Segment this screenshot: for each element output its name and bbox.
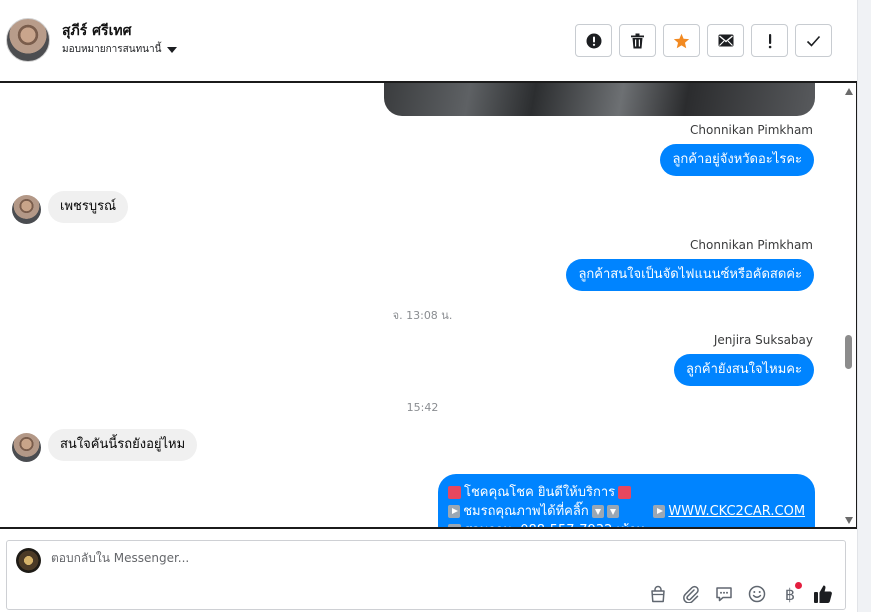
trash-icon	[631, 33, 644, 48]
contact-avatar-small	[12, 195, 41, 224]
caret-down-icon	[167, 46, 178, 53]
saved-replies-button[interactable]	[712, 582, 736, 606]
incoming-message-bubble: เพชรบูรณ์	[48, 191, 129, 223]
down-arrow-emoji-icon	[591, 505, 604, 518]
message-sender: Chonnikan Pimkham	[690, 123, 813, 137]
mark-spam-button[interactable]	[575, 24, 612, 57]
scroll-thumb[interactable]	[845, 335, 852, 369]
products-button[interactable]	[646, 582, 670, 606]
contact-avatar-small	[12, 433, 41, 462]
assign-label: มอบหมายการสนทนานี้	[62, 44, 162, 55]
message-thread: Chonnikan Pimkham ลูกค้าอยู่จังหวัดอะไรค…	[0, 81, 857, 529]
message-timestamp: 15:42	[406, 401, 439, 414]
incoming-message-bubble: สนใจคันนี้รถยังอยู่ไหม	[48, 429, 198, 461]
promo-website-link[interactable]: WWW.CKC2CAR.COM	[668, 502, 805, 521]
baht-icon: ฿	[784, 584, 796, 604]
thread-scrollbar[interactable]	[843, 83, 855, 527]
red-emoji-icon	[618, 486, 632, 499]
outgoing-message-bubble: ลูกค้าสนใจเป็นจัดไฟแนนซ์หรือคัดสดค่ะ	[566, 259, 814, 291]
down-arrow-emoji-icon	[606, 505, 620, 518]
payment-button[interactable]: ฿	[778, 582, 802, 606]
play-emoji-icon	[653, 505, 666, 518]
red-emoji-icon	[448, 486, 461, 499]
message-sender: Chonnikan Pimkham	[690, 238, 813, 252]
shared-photo-attachment[interactable]	[384, 83, 815, 116]
bag-icon	[651, 585, 665, 603]
notification-dot	[795, 582, 802, 589]
star-icon	[673, 33, 690, 48]
envelope-icon	[718, 34, 733, 47]
contact-name[interactable]: สุภีร์ ศรีเทศ	[62, 20, 131, 42]
emoji-icon	[748, 585, 766, 603]
promo-line-greeting: โชคคุณโชค ยินดีให้บริการ	[448, 483, 805, 502]
saved-reply-icon	[716, 587, 732, 602]
message-sender: Jenjira Suksabay	[713, 333, 813, 347]
promo-phone-text: สอบถาม: 088-557-7932 เบ้าท	[464, 521, 645, 527]
delete-button[interactable]	[619, 24, 656, 57]
exclamation-icon	[768, 33, 771, 48]
check-icon	[806, 35, 821, 47]
emoji-button[interactable]	[745, 582, 769, 606]
phone-emoji-icon	[448, 524, 461, 527]
promo-greeting-text: โชคคุณโชค ยินดีให้บริการ	[464, 485, 616, 500]
assign-conversation-dropdown[interactable]: มอบหมายการสนทนานี้	[62, 42, 178, 57]
reply-composer: ฿	[6, 540, 846, 610]
conversation-header: สุภีร์ ศรีเทศ มอบหมายการสนทนานี้	[0, 0, 857, 81]
mark-unread-button[interactable]	[707, 24, 744, 57]
outgoing-message-bubble: ลูกค้ายังสนใจไหมคะ	[674, 354, 814, 386]
promo-line-phone: สอบถาม: 088-557-7932 เบ้าท	[448, 521, 805, 527]
play-emoji-icon	[448, 505, 461, 518]
promo-cta-text: ชมรถคุณภาพได้ที่คลิ๊ก	[463, 504, 589, 519]
reply-input[interactable]	[51, 551, 651, 565]
thumbs-up-icon	[814, 585, 832, 603]
star-button[interactable]	[663, 24, 700, 57]
promo-line-link: ชมรถคุณภาพได้ที่คลิ๊ก WWW.CKC2CAR.COM	[448, 502, 805, 521]
paperclip-icon	[683, 585, 699, 603]
outgoing-message-bubble: ลูกค้าอยู่จังหวัดอะไรคะ	[660, 144, 814, 176]
attach-file-button[interactable]	[679, 582, 703, 606]
scroll-down-arrow-icon[interactable]	[845, 517, 853, 524]
mark-done-button[interactable]	[795, 24, 832, 57]
messenger-inbox-view: สุภีร์ ศรีเทศ มอบหมายการสนทนานี้ Chonnik…	[0, 0, 871, 612]
scroll-up-arrow-icon[interactable]	[845, 88, 853, 95]
promo-message-bubble: โชคคุณโชค ยินดีให้บริการ ชมรถคุณภาพได้ที…	[438, 474, 815, 527]
page-avatar	[16, 548, 41, 573]
contact-avatar[interactable]	[6, 18, 50, 62]
conversation-toolbar	[575, 24, 832, 57]
follow-up-button[interactable]	[751, 24, 788, 57]
alert-circle-icon	[586, 33, 601, 48]
composer-tools: ฿	[646, 582, 835, 606]
like-button[interactable]	[811, 582, 835, 606]
side-panel-edge	[857, 0, 871, 612]
message-timestamp: จ. 13:08 น.	[392, 309, 453, 322]
